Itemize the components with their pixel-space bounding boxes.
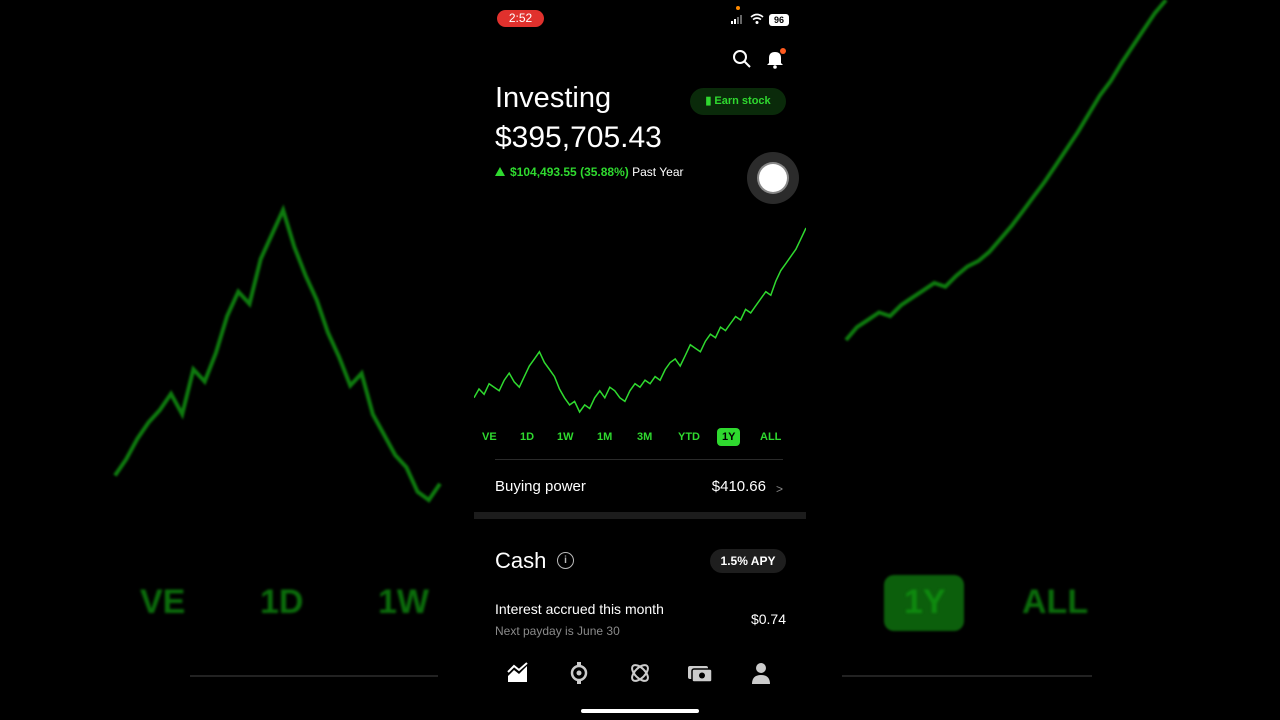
change-amount: $104,493.55 (35.88%) xyxy=(510,165,629,179)
background-timeframe-1d: 1D xyxy=(260,583,304,621)
chevron-right-icon: > xyxy=(776,482,784,496)
tab-1w[interactable]: 1W xyxy=(557,428,574,446)
earn-stock-button[interactable]: ▮ Earn stock xyxy=(690,88,786,115)
battery-icon: 96 xyxy=(769,14,789,26)
info-icon[interactable]: i xyxy=(557,552,574,569)
change-period: Past Year xyxy=(632,165,684,179)
tab-1d[interactable]: 1D xyxy=(520,428,534,446)
tab-3m[interactable]: 3M xyxy=(637,428,652,446)
crypto-icon[interactable] xyxy=(627,660,653,686)
background-timeframe-live: VE xyxy=(140,583,186,621)
background-divider-left xyxy=(190,675,438,677)
background-chart-line xyxy=(113,204,442,503)
portfolio-change: $104,493.55 (35.88%) Past Year xyxy=(495,165,683,179)
phone-screen: 2:52 96 Investing $395,705.43 ▮ Earn sto… xyxy=(474,0,806,720)
portfolio-value: $395,705.43 xyxy=(495,121,662,154)
up-arrow-icon xyxy=(495,167,505,176)
assistive-touch-button[interactable] xyxy=(747,152,799,204)
interest-label: Interest accrued this month xyxy=(495,601,664,617)
browse-icon[interactable] xyxy=(566,660,592,686)
tab-ytd[interactable]: YTD xyxy=(678,428,700,446)
background-left-blur: VE 1D 1W xyxy=(0,0,474,720)
chart-icon[interactable] xyxy=(505,660,531,686)
background-timeframe-1w: 1W xyxy=(378,583,429,621)
page-title: Investing xyxy=(495,82,612,114)
background-chart-line xyxy=(844,0,1168,342)
privacy-indicator xyxy=(736,6,740,10)
account-icon[interactable] xyxy=(748,660,774,686)
background-right-blur: 1Y ALL xyxy=(806,0,1280,720)
portfolio-line xyxy=(474,227,806,414)
cash-icon[interactable] xyxy=(687,660,713,686)
buying-power-value: $410.66 xyxy=(711,478,766,495)
timeframe-selector: VE 1D 1W 1M 3M YTD 1Y ALL xyxy=(474,428,806,446)
background-timeframe-1y: 1Y xyxy=(904,583,946,621)
tab-live[interactable]: VE xyxy=(482,428,497,446)
section-separator xyxy=(474,512,806,519)
search-icon[interactable] xyxy=(731,48,753,70)
portfolio-chart[interactable] xyxy=(474,220,806,420)
apy-badge[interactable]: 1.5% APY xyxy=(710,549,786,573)
divider xyxy=(495,459,783,460)
status-time: 2:52 xyxy=(497,10,544,27)
interest-value: $0.74 xyxy=(750,611,786,627)
tab-all[interactable]: ALL xyxy=(760,428,781,446)
earn-stock-label: Earn stock xyxy=(714,95,771,107)
payday-note: Next payday is June 30 xyxy=(495,624,620,638)
background-divider-right xyxy=(842,675,1092,677)
notification-badge xyxy=(780,48,786,54)
cash-title: Cash xyxy=(495,548,547,573)
home-indicator xyxy=(581,709,699,713)
background-timeframe-all: ALL xyxy=(1022,583,1089,621)
tab-1m[interactable]: 1M xyxy=(597,428,612,446)
buying-power-label: Buying power xyxy=(495,478,586,495)
tab-1y[interactable]: 1Y xyxy=(717,428,741,446)
